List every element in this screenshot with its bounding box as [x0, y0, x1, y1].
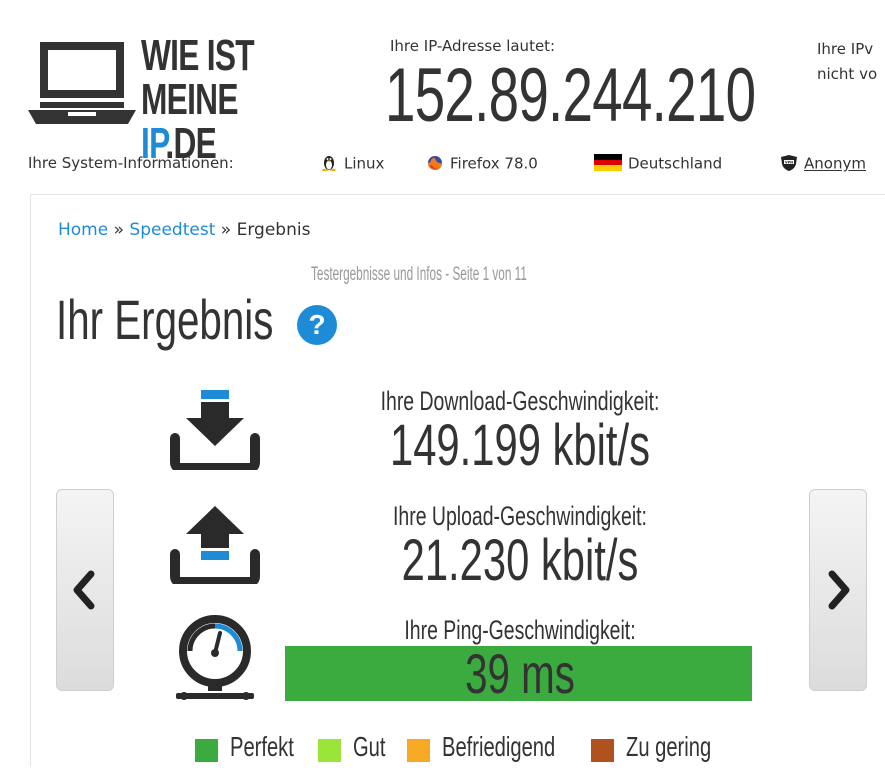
system-info-label: Ihre System-Informationen: — [28, 154, 234, 172]
breadcrumb-separator: » — [215, 220, 237, 240]
ipv6-note: Ihre IPv nicht vo — [817, 37, 877, 87]
chevron-left-icon — [57, 490, 113, 690]
speedometer-icon — [176, 615, 254, 700]
firefox-icon — [428, 156, 442, 170]
system-info-browser: Firefox 78.0 — [426, 154, 538, 173]
content-top-border — [30, 194, 885, 195]
legend-swatch — [318, 739, 341, 762]
ip-address: 152.89.244.210 — [385, 53, 756, 138]
legend-swatch — [407, 739, 430, 762]
content-left-border — [30, 194, 31, 767]
system-info-browser-label: Firefox 78.0 — [450, 154, 538, 173]
breadcrumb-current: Ergebnis — [236, 220, 311, 240]
page-subtitle: Testergebnisse und Infos - Seite 1 von 1… — [311, 264, 527, 285]
next-page-button[interactable] — [809, 489, 867, 691]
upload-icon — [170, 506, 260, 584]
logo-text: WIE IST MEINE IP.DE — [141, 34, 290, 166]
system-info-os: Linux — [320, 154, 384, 173]
breadcrumb-home[interactable]: Home — [58, 220, 108, 240]
laptop-icon — [28, 42, 136, 124]
svg-text:VPN: VPN — [785, 160, 793, 164]
anonymity-link[interactable]: Anonym — [804, 155, 866, 173]
logo-line-1: WIE IST — [141, 31, 255, 80]
legend-label: Gut — [353, 731, 386, 762]
germany-flag-icon — [594, 154, 622, 171]
ping-speed-value: 39 ms — [465, 642, 575, 705]
breadcrumb-speedtest[interactable]: Speedtest — [129, 220, 215, 240]
help-icon[interactable]: ? — [297, 305, 337, 345]
legend-swatch — [195, 739, 218, 762]
vpn-shield-icon: VPN — [781, 155, 797, 171]
system-info-country: Deutschland — [594, 154, 722, 173]
download-icon — [170, 390, 260, 470]
system-info-anonymity[interactable]: VPN Anonym — [780, 154, 866, 173]
linux-tux-icon — [322, 156, 336, 171]
system-info-os-label: Linux — [344, 154, 385, 173]
legend-label: Perfekt — [230, 731, 294, 762]
legend-swatch — [591, 739, 614, 762]
breadcrumb: Home » Speedtest » Ergebnis — [58, 220, 310, 240]
chevron-right-icon — [810, 490, 866, 690]
chevron-left-icon-svg — [73, 570, 95, 610]
logo-line-2-part-a: MEINE — [141, 75, 238, 124]
logo-line-2: MEINE IP.DE — [141, 78, 290, 166]
page-title: Ihr Ergebnis — [56, 288, 274, 351]
site-header: WIE IST MEINE IP.DE Ihre IP-Adresse laut… — [0, 0, 885, 173]
breadcrumb-separator: » — [108, 220, 130, 240]
ipv6-note-line-1: Ihre IPv — [817, 40, 874, 58]
legend-label: Befriedigend — [442, 731, 556, 762]
download-speed-value: 149.199 kbit/s — [389, 413, 651, 478]
chevron-right-icon-svg — [828, 570, 850, 610]
previous-page-button[interactable] — [56, 489, 114, 691]
system-info-country-label: Deutschland — [628, 154, 723, 173]
legend-label: Zu gering — [626, 731, 712, 762]
site-logo[interactable]: WIE IST MEINE IP.DE — [28, 34, 348, 166]
ipv6-note-line-2: nicht vo — [817, 65, 878, 83]
upload-speed-value: 21.230 kbit/s — [401, 528, 639, 593]
